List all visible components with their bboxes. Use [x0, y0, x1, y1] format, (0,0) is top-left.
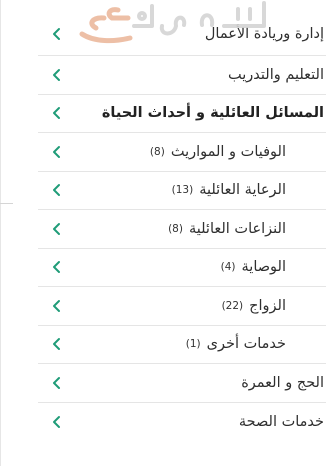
submenu-item-label: النزاعات العائلية: [188, 220, 286, 237]
item-count: (8): [149, 145, 165, 158]
item-count: (4): [220, 261, 236, 274]
submenu-item-other-services[interactable]: خدمات أخرى (1): [38, 326, 326, 364]
menu-item-label: المسائل العائلية و أحداث الحياة: [101, 105, 324, 122]
menu-item-family-life-events[interactable]: المسائل العائلية و أحداث الحياة: [38, 95, 326, 133]
chevron-left-icon: [52, 68, 61, 82]
submenu-item-label: الوصاية: [241, 259, 286, 276]
chevron-left-icon: [52, 299, 61, 313]
submenu-item-label: خدمات أخرى: [206, 336, 286, 353]
submenu-item-marriage[interactable]: الزواج (22): [38, 287, 326, 326]
menu-item-label: خدمات الصحة: [238, 413, 324, 430]
submenu-item-guardianship[interactable]: الوصاية (4): [38, 249, 326, 287]
chevron-left-icon: [52, 260, 61, 274]
panel-left-border: [0, 0, 14, 466]
menu-item-label: الحج و العمرة: [241, 374, 324, 391]
item-count: (22): [221, 299, 244, 312]
menu-item-education[interactable]: التعليم والتدريب: [38, 56, 326, 95]
chevron-left-icon: [52, 27, 61, 41]
chevron-left-icon: [52, 222, 61, 236]
submenu-item-label: الزواج: [249, 297, 286, 314]
menu-item-label: إدارة وريادة الأعمال: [204, 25, 324, 42]
menu-item-health-services[interactable]: خدمات الصحة: [38, 403, 326, 442]
submenu-item-family-care[interactable]: الرعاية العائلية (13): [38, 172, 326, 210]
item-count: (8): [168, 222, 183, 235]
chevron-left-icon: [52, 376, 61, 390]
chevron-left-icon: [52, 106, 61, 120]
chevron-left-icon: [52, 415, 61, 429]
menu-item-hajj-umrah[interactable]: الحج و العمرة: [38, 364, 326, 403]
panel-border-tick: [0, 203, 13, 204]
chevron-left-icon: [52, 145, 61, 159]
category-menu-panel: إدارة وريادة الأعمال التعليم والتدريب ال…: [0, 0, 326, 466]
menu-item-business[interactable]: إدارة وريادة الأعمال: [38, 0, 326, 56]
item-count: (13): [171, 184, 194, 197]
category-list: إدارة وريادة الأعمال التعليم والتدريب ال…: [38, 0, 326, 466]
chevron-left-icon: [52, 183, 61, 197]
submenu-item-label: الرعاية العائلية: [199, 182, 286, 199]
submenu-item-family-disputes[interactable]: النزاعات العائلية (8): [38, 210, 326, 249]
submenu-item-label: الوفيات و المواريث: [170, 143, 286, 160]
item-count: (1): [185, 338, 201, 351]
submenu-item-deaths-inheritance[interactable]: الوفيات و المواريث (8): [38, 133, 326, 172]
menu-item-label: التعليم والتدريب: [228, 66, 324, 83]
chevron-left-icon: [52, 337, 61, 351]
